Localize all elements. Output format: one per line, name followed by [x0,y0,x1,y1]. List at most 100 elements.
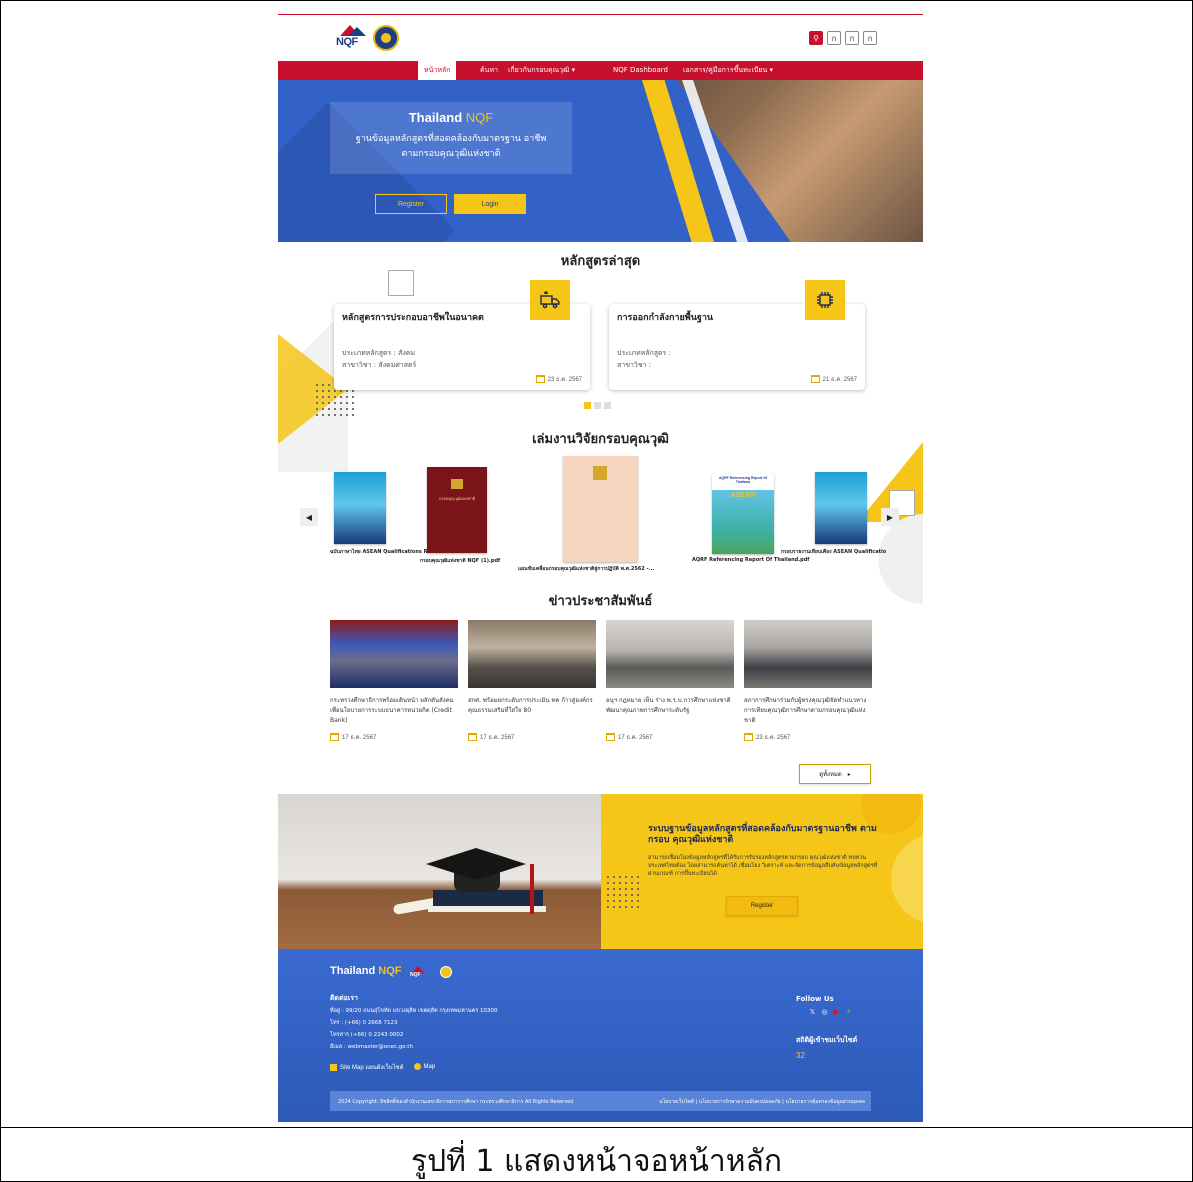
book-label[interactable]: กรอบคุณวุฒิแห่งชาติ NQF (1).pdf [420,557,500,565]
nav-item-search[interactable]: ค้นหา [480,61,498,80]
hero-subtitle-line2: ตามกรอบคุณวุฒิแห่งชาติ [401,149,501,159]
header-tools: ⚲ ก ก ก [809,31,877,45]
contact-fax: โทรสาร (+66) 0 2243 0002 [330,1032,404,1038]
search-icon[interactable]: ⚲ [809,31,823,45]
red-book-title: กรอบคุณวุฒิแห่งชาติ [438,496,476,501]
course-field: สาขาวิชา : [617,361,652,369]
promo-book-pages [428,906,546,912]
news-item[interactable]: สกศ. พร้อมยกระดับการประเมิน ทค ก้าวสู่อง… [468,620,596,742]
hero-title: Thailand NQF [330,110,572,125]
book-cover-aqrf[interactable]: AQRF Referencing Report Of Thailand ASEA… [712,474,774,554]
hero-login-button[interactable]: Login [454,194,526,214]
news-text[interactable]: อนุฯ กฎหมาย เห็น ร่าง พ.ร.บ.การศึกษาแห่ง… [606,696,734,728]
course-type: ประเภทหลักสูตร : [617,349,671,357]
hero-banner: Thailand NQF ฐานข้อมูลหลักสูตรที่สอดคล้อ… [278,80,923,242]
view-all-label: ดูทั้งหมด [819,772,842,778]
nav-item-dashboard[interactable]: NQF Dashboard [613,61,668,80]
book-label[interactable]: กรอบรายงานเทียบเคียง ASEAN Qualificatio [781,548,886,556]
visitor-count: 32 [796,1051,805,1060]
book-cover-nqf[interactable]: กรอบคุณวุฒิแห่งชาติ [427,467,487,553]
decor-circle [891,834,923,924]
course-card[interactable]: หลักสูตรการประกอบอาชีพในอนาคต ประเภทหลัก… [334,280,590,390]
book-cover-asean-en[interactable] [815,472,867,544]
book-label[interactable]: แผนขับเคลื่อนกรอบคุณวุฒิแห่งชาติสู่การปฏ… [518,565,654,573]
facebook-icon[interactable]: f [796,1007,805,1016]
sitemap-label: Site Map แผนผังเว็บไซต์ [340,1065,404,1071]
course-date: 21 ธ.ค. 2567 [810,374,857,384]
hero-register-button[interactable]: Register [375,194,447,214]
font-size-medium-icon[interactable]: ก [845,31,859,45]
decor-dots [605,874,639,908]
news-date-text: 17 ธ.ค. 2567 [342,735,377,741]
news-item[interactable]: อนุฯ กฎหมาย เห็น ร่าง พ.ร.บ.การศึกษาแห่ง… [606,620,734,742]
contact-phone: โทร : (+66) 0 2668 7123 [330,1020,398,1026]
book-cover-asean-th[interactable] [334,472,386,544]
calendar-icon [535,375,545,383]
promo-register-button[interactable]: Register [726,896,798,916]
calendar-icon [744,733,753,741]
youtube-icon[interactable]: ▶ [832,1007,841,1016]
x-icon[interactable]: 𝕏 [808,1007,817,1016]
policy-links[interactable]: นโยบายเว็บไซต์ | นโยบายการรักษาความมั่นค… [659,1098,865,1106]
book-cover-roadmap[interactable] [563,456,638,562]
figure-caption: รูปที่ 1 แสดงหน้าจอหน้าหลัก [410,1144,783,1179]
research-books-title: เล่มงานวิจัยกรอบคุณวุฒิ [532,432,669,447]
calendar-icon [468,733,477,741]
asean-word: ASEAN [730,492,756,499]
nav-item-about[interactable]: เกี่ยวกับกรอบคุณวุฒิ ▾ [508,61,575,80]
promo-description: สามารถเชื่อมโยงข้อมูลหลักสูตรที่ได้รับกา… [648,855,878,877]
website-screenshot: NQF ⚲ ก ก ก หน้าหลัก ค้นหา เกี่ยวกับกรอบ… [278,14,923,1122]
decor-square [388,270,414,296]
ai-chip-icon [805,280,845,320]
course-title: การออกกำลังกายพื้นฐาน [617,313,714,323]
nqf-logo[interactable]: NQF [336,25,368,51]
news-image[interactable] [606,620,734,688]
map-pin-icon [413,1063,421,1071]
news-image[interactable] [330,620,458,688]
calendar-icon [330,733,339,741]
footer-brand: Thailand NQF [330,965,402,977]
book-label[interactable]: AQRF Referencing Report Of Thailand.pdf [692,557,809,563]
logo-peak-blue [348,27,366,36]
pager-dot[interactable] [604,402,611,409]
sitemap-link[interactable]: Site Map แผนผังเว็บไซต์ [330,1062,404,1072]
font-size-small-icon[interactable]: ก [827,31,841,45]
footer-nqf-logo: NQF [410,966,428,978]
course-field: สาขาวิชา : สังคมศาสตร์ [342,361,417,369]
news-text[interactable]: กระทรวงศึกษาธิการพร้อมเดินหน้า ผลักดันสั… [330,696,458,728]
carousel-prev-button[interactable]: ◀ [300,508,318,526]
pager-dot-active[interactable] [584,402,591,409]
tiktok-icon[interactable]: ♪ [844,1007,853,1016]
news-image[interactable] [744,620,872,688]
course-date-text: 23 ธ.ค. 2567 [547,377,582,383]
nav-item-home[interactable]: หน้าหลัก [418,61,457,80]
map-label: Map [423,1064,436,1071]
hero-subtitle: ฐานข้อมูลหลักสูตรที่สอดคล้องกับมาตรฐาน อ… [336,132,566,162]
news-date-text: 23 ธ.ค. 2567 [756,735,791,741]
sitemap-icon [330,1063,337,1071]
delivery-truck-icon [530,280,570,320]
news-date: 17 ธ.ค. 2567 [606,732,734,742]
carousel-next-button[interactable]: ▶ [881,508,899,526]
news-text[interactable]: สภาการศึกษาร่วมกับผู้ทรงคุณวุฒิจัดทำแนวท… [744,696,872,728]
instagram-icon[interactable]: ◎ [820,1007,829,1016]
news-image[interactable] [468,620,596,688]
nav-item-documents[interactable]: เอกสาร/คู่มือการขึ้นทะเบียน ▾ [683,61,773,80]
footer-brand-prefix: Thailand [330,965,379,977]
font-size-large-icon[interactable]: ก [863,31,877,45]
copyright-text: 2024 Copyright: ลิขสิทธิ์ของสำนักงานเลขา… [338,1099,574,1105]
pager-dot[interactable] [594,402,601,409]
news-item[interactable]: กระทรวงศึกษาธิการพร้อมเดินหน้า ผลักดันสั… [330,620,458,742]
news-title: ข่าวประชาสัมพันธ์ [548,594,653,609]
chevron-right-icon: ▸ [847,771,851,778]
course-card[interactable]: การออกกำลังกายพื้นฐาน ประเภทหลักสูตร : ส… [609,280,865,390]
news-date-text: 17 ธ.ค. 2567 [480,735,515,741]
news-item[interactable]: สภาการศึกษาร่วมกับผู้ทรงคุณวุฒิจัดทำแนวท… [744,620,872,742]
news-text[interactable]: สกศ. พร้อมยกระดับการประเมิน ทค ก้าวสู่อง… [468,696,596,728]
hero-subtitle-line1: ฐานข้อมูลหลักสูตรที่สอดคล้องกับมาตรฐาน อ… [355,134,547,144]
contact-email[interactable]: อีเมล : webmaster@onec.go.th [330,1043,413,1051]
onec-seal-logo[interactable] [373,25,399,51]
view-all-button[interactable]: ดูทั้งหมด ▸ [799,764,871,784]
map-link[interactable]: Map [413,1063,436,1071]
contact-address: ที่อยู่ : 99/20 ถนนสุโขทัย แขวงดุสิต เขต… [330,1008,498,1014]
